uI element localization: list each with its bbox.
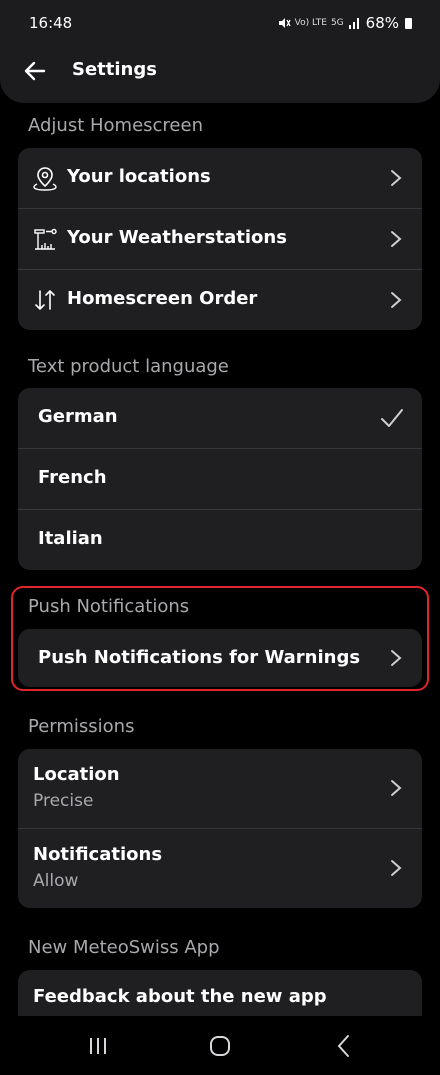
push-card: Push Notifications for Warnings [18,629,422,687]
item-label: Feedback about the new app [33,986,327,1007]
chevron-right-icon [391,780,402,796]
item-label: Italian [38,528,103,549]
homescreen-card: Your locations Your Weatherstations Home… [18,148,422,330]
item-label: Your Weatherstations [67,227,287,248]
item-label: Homescreen Order [67,288,258,309]
chevron-right-icon [391,231,402,247]
item-label: Your locations [67,166,211,187]
permission-item-location[interactable]: Location Precise [18,749,422,829]
sort-arrows-icon [35,289,55,311]
section-label-language: Text product language [28,356,229,377]
app-card: Feedback about the new app [18,970,422,1016]
item-value: Allow [33,871,79,891]
section-label-app: New MeteoSwiss App [28,937,220,958]
network-mini: Vo) LTE [294,17,327,28]
language-option-italian[interactable]: Italian [18,510,422,570]
checkmark-icon [381,409,403,427]
section-label-homescreen: Adjust Homescreen [28,115,203,136]
back-arrow-icon[interactable] [22,58,48,84]
weatherstation-icon [34,228,57,250]
permission-item-notifications[interactable]: Notifications Allow [18,829,422,908]
chevron-right-icon [391,650,402,666]
item-label: Notifications [33,844,163,865]
permissions-card: Location Precise Notifications Allow [18,749,422,908]
item-label: Push Notifications for Warnings [38,647,361,668]
language-card: German French Italian [18,388,422,570]
mute-icon [278,18,291,28]
status-bar: 16:48 Vo) LTE 5G 68% [0,0,440,46]
system-nav-bar [0,1016,440,1075]
chevron-right-icon [391,170,402,186]
settings-item-your-locations[interactable]: Your locations [18,148,422,209]
home-icon[interactable] [206,1032,234,1060]
recent-apps-icon[interactable] [84,1032,112,1060]
language-option-german[interactable]: German [18,388,422,449]
item-label: Location [33,764,120,785]
network-5g: 5G [330,17,344,28]
section-label-push: Push Notifications [28,596,190,617]
app-bar: 16:48 Vo) LTE 5G 68% Settings [0,0,440,103]
status-icons: Vo) LTE 5G 68% [277,14,412,32]
language-option-french[interactable]: French [18,449,422,510]
location-pin-icon [33,167,57,191]
item-label: French [38,467,107,488]
settings-item-your-weatherstations[interactable]: Your Weatherstations [18,209,422,270]
item-value: Precise [33,791,94,811]
item-label: German [38,406,118,427]
settings-item-push-warnings[interactable]: Push Notifications for Warnings [18,629,422,687]
back-icon[interactable] [330,1032,358,1060]
page-title: Settings [72,59,157,80]
battery-icon [405,17,412,29]
chevron-right-icon [391,860,402,876]
battery-percent: 68% [365,14,399,32]
section-label-permissions: Permissions [28,716,135,737]
settings-item-feedback[interactable]: Feedback about the new app [18,970,422,1016]
signal-icon [348,18,359,29]
status-time: 16:48 [29,14,73,32]
settings-item-homescreen-order[interactable]: Homescreen Order [18,270,422,330]
chevron-right-icon [391,292,402,308]
